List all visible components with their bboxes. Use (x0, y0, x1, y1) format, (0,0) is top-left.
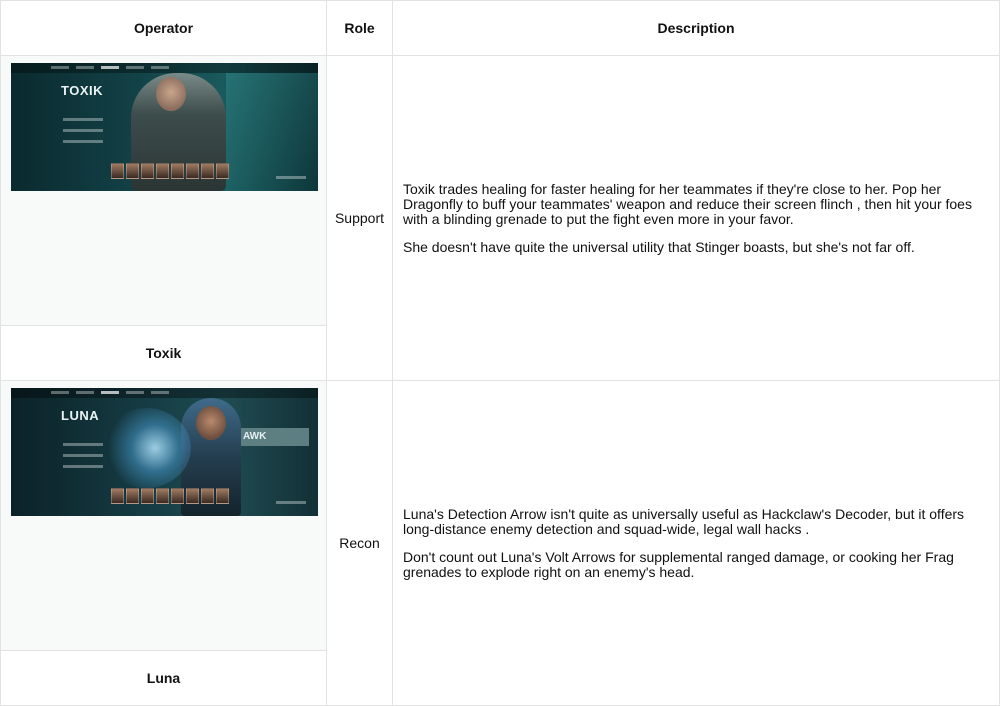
header-operator: Operator (0, 0, 327, 56)
table-header-row: Operator Role Description (0, 0, 1000, 56)
table-row: AWK LUNA Recon Luna's Detection Arrow is… (0, 380, 1000, 706)
header-role: Role (326, 0, 393, 56)
description-cell: Luna's Detection Arrow isn't quite as un… (392, 380, 1000, 706)
screenshot-sign-text: AWK (243, 431, 267, 442)
toxik-screenshot: TOXIK (11, 63, 318, 191)
operator-name: Luna (0, 650, 327, 706)
table-row: TOXIK Support Toxik trades healing for f… (0, 55, 1000, 381)
description-paragraph: Don't count out Luna's Volt Arrows for s… (403, 548, 954, 580)
role-cell: Support (326, 55, 393, 381)
description-paragraph: She doesn't have quite the universal uti… (403, 238, 915, 255)
screenshot-operator-name: LUNA (61, 408, 100, 423)
role-cell: Recon (326, 380, 393, 706)
operator-name: Toxik (0, 325, 327, 381)
operators-table: Operator Role Description TOXIK Support (0, 0, 1000, 706)
description-paragraph: Toxik trades healing for faster healing … (403, 180, 972, 227)
description-cell: Toxik trades healing for faster healing … (392, 55, 1000, 381)
operator-image-cell: TOXIK (0, 55, 327, 326)
description-paragraph: Luna's Detection Arrow isn't quite as un… (403, 505, 965, 537)
operator-image-cell: AWK LUNA (0, 380, 327, 651)
luna-screenshot: AWK LUNA (11, 388, 318, 516)
header-description: Description (392, 0, 1000, 56)
screenshot-operator-name: TOXIK (61, 83, 103, 98)
